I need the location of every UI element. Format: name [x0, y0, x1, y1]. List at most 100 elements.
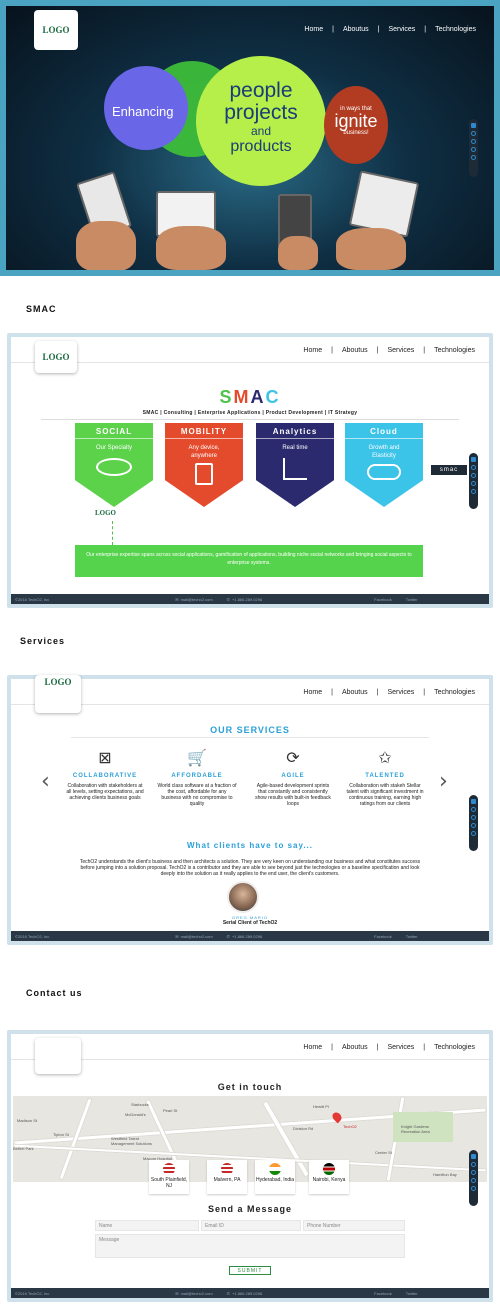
nav-dot[interactable] [471, 473, 476, 478]
facebook-link[interactable]: Facebook [374, 597, 392, 602]
avatar [227, 881, 259, 913]
us-flag-icon [163, 1163, 175, 1175]
facebook-link[interactable]: Facebook [374, 1291, 392, 1296]
hero-section: LOGO Home | Aboutus | Services | Technologi… [0, 0, 500, 276]
mail-icon: ✉ [175, 1290, 179, 1296]
divider [71, 737, 429, 738]
network-icon: ⊠ [98, 750, 112, 767]
section-dot-nav [469, 119, 478, 177]
logo[interactable]: LOGO [35, 675, 81, 713]
office-card[interactable]: South Plainfield, NJ [149, 1160, 189, 1194]
mail-icon: ✉ [175, 596, 179, 602]
footer: ©2016 TechO2, Inc ✉ mail@techo2.com ✆ +1.8… [11, 931, 489, 941]
devices-icon [195, 463, 213, 485]
nav-dot[interactable] [471, 481, 476, 486]
service-item: ✩ TALENTED Collaboration with stakeh Ste… [346, 750, 424, 807]
logo[interactable]: LOGO [35, 341, 77, 373]
nav-dot[interactable] [471, 131, 476, 136]
home-icon[interactable] [471, 1154, 476, 1159]
email-field[interactable]: Email ID [201, 1220, 301, 1231]
smac-card-analytics[interactable]: Analytics Real time [256, 423, 334, 507]
hand-image [156, 226, 226, 270]
hand-image [336, 228, 406, 270]
home-icon[interactable] [471, 123, 476, 128]
main-nav: Home | Aboutus | Services | Technologies [304, 26, 476, 33]
nav-services[interactable]: Services [387, 1044, 414, 1051]
mail-icon: ✉ [175, 933, 179, 939]
client-role: Serial Client of TechO2 [222, 920, 278, 926]
phone-field[interactable]: Phone Number [303, 1220, 405, 1231]
nav-dot[interactable] [471, 823, 476, 828]
hand-image [76, 221, 136, 270]
nav-aboutus[interactable]: Aboutus [343, 26, 369, 33]
twitter-link[interactable]: Twitter [406, 597, 418, 602]
nav-dot[interactable] [471, 465, 476, 470]
chevron-left-icon[interactable]: ‹ [41, 769, 50, 794]
facebook-link[interactable]: Facebook [374, 934, 392, 939]
nav-dot[interactable] [471, 147, 476, 152]
office-card[interactable]: Nairobi, Kenya [309, 1160, 349, 1194]
logo-placeholder[interactable] [35, 1038, 81, 1074]
map[interactable]: Madison St Tipton St Bethel Park Westfie… [13, 1096, 487, 1182]
section-dot-nav [469, 453, 478, 509]
smac-heading: SMAC [219, 387, 281, 407]
smac-submenu[interactable]: SMAC | Consulting | Enterprise Applicati… [41, 410, 459, 420]
nav-services[interactable]: Services [387, 689, 414, 696]
chevron-right-icon[interactable]: › [439, 769, 448, 794]
nav-dot[interactable] [471, 139, 476, 144]
cycle-icon: ⟳ [286, 750, 300, 767]
nav-aboutus[interactable]: Aboutus [342, 689, 368, 696]
smac-logo: LOGO [95, 509, 117, 517]
nav-dot[interactable] [471, 1162, 476, 1167]
footer: ©2016 TechO2, Inc ✉ mail@techo2.com ✆ +1.8… [11, 1288, 489, 1298]
nav-aboutus[interactable]: Aboutus [342, 1044, 368, 1051]
twitter-link[interactable]: Twitter [406, 1291, 418, 1296]
services-heading: OUR SERVICES [210, 725, 290, 735]
nav-dot[interactable] [471, 1170, 476, 1175]
section-title-contact: Contact us [26, 988, 83, 998]
message-field[interactable]: Message [95, 1234, 405, 1258]
smac-card-mobility[interactable]: MOBILITY Any device, anywhere [165, 423, 243, 507]
nav-dot[interactable] [471, 807, 476, 812]
nav-home[interactable]: Home [303, 1044, 322, 1051]
submit-button[interactable]: SUBMIT [229, 1266, 271, 1275]
name-field[interactable]: Name [95, 1220, 199, 1231]
smac-card-cloud[interactable]: Cloud Growth and Elasticity [345, 423, 423, 507]
nav-technologies[interactable]: Technologies [434, 347, 475, 354]
nav-home[interactable]: Home [303, 347, 322, 354]
nav-dot[interactable] [471, 831, 476, 836]
cloud-icon [367, 464, 401, 480]
nav-services[interactable]: Services [388, 26, 415, 33]
phone-icon: ✆ [226, 1290, 231, 1296]
hand-image [278, 236, 318, 270]
nav-technologies[interactable]: Technologies [435, 26, 476, 33]
kenya-flag-icon [323, 1163, 335, 1175]
nav-technologies[interactable]: Technologies [434, 1044, 475, 1051]
nav-dot[interactable] [471, 489, 476, 494]
nav-home[interactable]: Home [303, 689, 322, 696]
smac-description-bar: Our enterprise expertise spans across so… [75, 545, 423, 577]
nav-technologies[interactable]: Technologies [434, 689, 475, 696]
office-card[interactable]: Hyderabad, India [255, 1160, 295, 1194]
chat-icon [96, 458, 132, 476]
nav-aboutus[interactable]: Aboutus [342, 347, 368, 354]
home-icon[interactable] [471, 799, 476, 804]
nav-dot[interactable] [471, 1186, 476, 1191]
stars-icon: ✩ [378, 750, 392, 767]
twitter-link[interactable]: Twitter [406, 934, 418, 939]
nav-home[interactable]: Home [304, 26, 323, 33]
service-item: ⟳ AGILE Agile-based development sprints … [255, 750, 331, 807]
nav-dot[interactable] [471, 815, 476, 820]
services-panel: LOGO Home | Aboutus | Services | Technologi… [7, 675, 493, 945]
phone-icon: ✆ [226, 596, 231, 602]
nav-services[interactable]: Services [387, 347, 414, 354]
main-nav: Home | Aboutus | Services | Technologies [303, 347, 475, 354]
logo[interactable]: LOGO [34, 10, 78, 50]
venn-circle-lime: people projects and products [196, 56, 326, 186]
nav-dot[interactable] [471, 1178, 476, 1183]
nav-dot[interactable] [471, 155, 476, 160]
smac-card-social[interactable]: SOCIAL Our Specialty [75, 423, 153, 507]
cart-icon: 🛒 [187, 750, 207, 767]
office-card[interactable]: Malvern, PA [207, 1160, 247, 1194]
home-icon[interactable] [471, 457, 476, 462]
